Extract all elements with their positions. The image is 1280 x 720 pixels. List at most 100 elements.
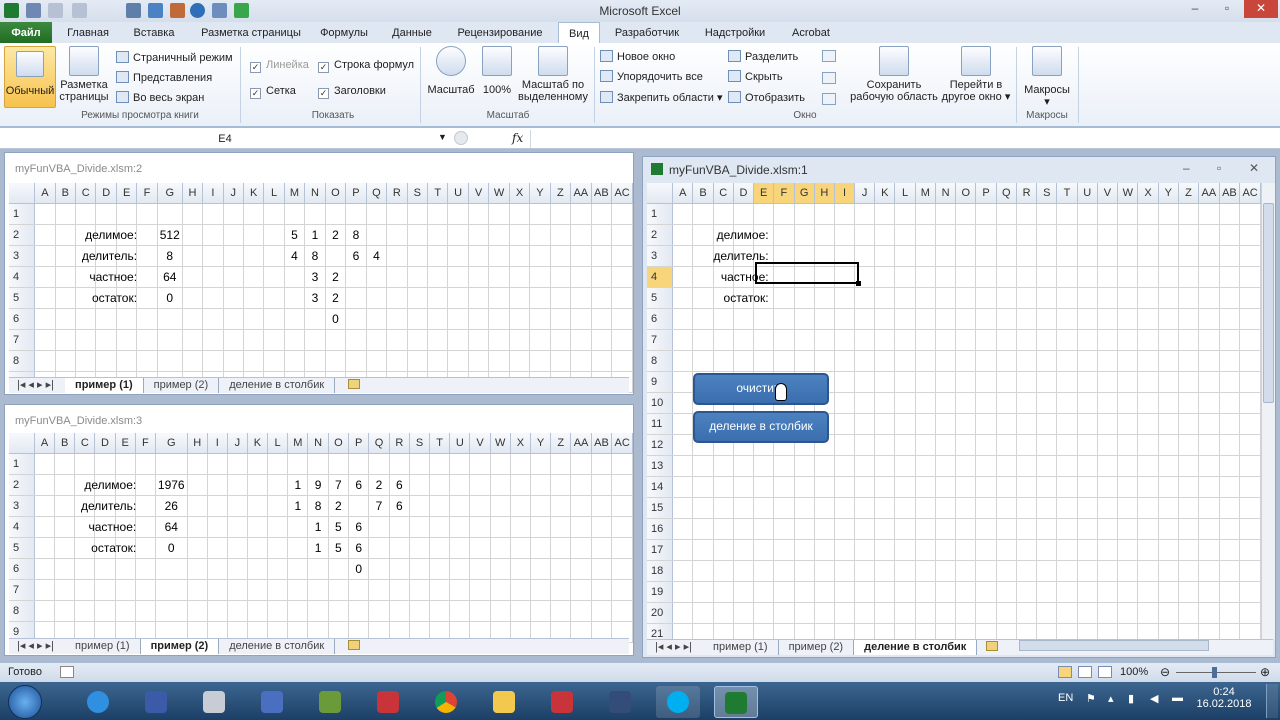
cell[interactable] — [975, 224, 997, 246]
chevron-down-icon[interactable]: ▼ — [438, 132, 447, 142]
cell[interactable] — [187, 516, 208, 538]
cell[interactable] — [794, 602, 815, 624]
taskbar-app[interactable] — [250, 686, 294, 718]
formula-bar-checkbox[interactable]: ✓ Строка формул — [318, 57, 414, 73]
cell[interactable] — [975, 476, 997, 498]
taskbar-excel[interactable] — [714, 686, 758, 718]
cell[interactable] — [1198, 455, 1220, 477]
cell[interactable] — [368, 537, 390, 559]
cell[interactable] — [115, 453, 136, 475]
cell[interactable] — [116, 329, 138, 351]
cell[interactable] — [814, 623, 836, 639]
cell[interactable] — [672, 581, 694, 603]
tab-developer[interactable]: Разработчик — [606, 22, 688, 44]
cell[interactable] — [874, 476, 896, 498]
cell[interactable] — [1097, 371, 1119, 393]
zoom-selection-button[interactable]: Масштаб по выделенному — [518, 46, 588, 103]
cell[interactable] — [753, 497, 775, 519]
cell[interactable] — [1178, 455, 1200, 477]
cell[interactable]: частное: — [54, 516, 136, 538]
column-header[interactable]: Y — [530, 433, 552, 454]
sheet-tab-example-2[interactable]: пример (2) — [144, 378, 220, 393]
cell[interactable] — [287, 453, 309, 475]
cell[interactable] — [996, 560, 1017, 582]
taskbar-save[interactable] — [598, 686, 642, 718]
cell[interactable] — [611, 266, 633, 288]
cell[interactable] — [1198, 329, 1220, 351]
cell[interactable] — [386, 203, 408, 225]
cell[interactable] — [348, 579, 370, 601]
column-header[interactable]: A — [34, 433, 56, 454]
cell[interactable] — [1056, 413, 1078, 435]
cell[interactable] — [34, 287, 56, 309]
cell[interactable] — [894, 518, 916, 540]
cell[interactable] — [773, 497, 795, 519]
cell[interactable] — [1137, 434, 1159, 456]
cell[interactable] — [1016, 602, 1038, 624]
custom-views-button[interactable]: Представления — [116, 70, 212, 86]
cell[interactable] — [753, 203, 775, 225]
cell[interactable] — [155, 453, 188, 475]
cell[interactable] — [427, 203, 449, 225]
cell[interactable] — [1178, 623, 1200, 639]
cell[interactable] — [348, 600, 370, 622]
cell[interactable] — [34, 537, 56, 559]
cell[interactable] — [407, 224, 429, 246]
cell[interactable] — [34, 266, 56, 288]
cell[interactable] — [1239, 392, 1261, 414]
cell[interactable] — [1036, 455, 1058, 477]
cell[interactable] — [1077, 581, 1098, 603]
cell[interactable] — [854, 539, 876, 561]
cell[interactable] — [427, 245, 449, 267]
cell[interactable] — [1036, 434, 1058, 456]
column-header[interactable]: AC — [611, 183, 633, 204]
cell[interactable] — [74, 600, 96, 622]
cell[interactable] — [611, 329, 633, 351]
cell[interactable] — [490, 537, 511, 559]
cell[interactable] — [733, 539, 755, 561]
cell[interactable] — [530, 516, 552, 538]
cell[interactable] — [429, 558, 451, 580]
cell[interactable] — [935, 434, 957, 456]
column-header[interactable]: K — [243, 183, 265, 204]
macro-record-icon[interactable] — [60, 666, 74, 678]
cell[interactable] — [1239, 434, 1261, 456]
column-header[interactable]: AB — [591, 183, 613, 204]
cell[interactable] — [1056, 476, 1078, 498]
cell[interactable] — [1198, 392, 1220, 414]
cell[interactable] — [570, 224, 592, 246]
cell[interactable] — [389, 558, 410, 580]
cell[interactable] — [449, 537, 471, 559]
select-all-corner[interactable] — [647, 183, 674, 204]
cell[interactable] — [672, 602, 694, 624]
row-header[interactable]: 6 — [9, 558, 35, 580]
cell[interactable] — [267, 474, 289, 496]
cell[interactable] — [1117, 266, 1139, 288]
cell[interactable] — [773, 329, 795, 351]
cell[interactable] — [136, 266, 158, 288]
cell[interactable] — [409, 495, 431, 517]
clock[interactable]: 0:24 16.02.2018 — [1196, 686, 1252, 710]
cell[interactable] — [529, 308, 551, 330]
column-header[interactable]: Y — [1158, 183, 1179, 204]
cell[interactable] — [1117, 560, 1139, 582]
cell[interactable] — [935, 203, 957, 225]
cell[interactable] — [1219, 266, 1241, 288]
cell[interactable] — [854, 455, 876, 477]
cell[interactable] — [1219, 455, 1241, 477]
cell[interactable] — [996, 392, 1017, 414]
cell[interactable] — [894, 329, 916, 351]
cell[interactable] — [447, 224, 469, 246]
maximize-button[interactable]: ▫ — [1212, 0, 1242, 18]
cell[interactable] — [794, 497, 815, 519]
cell[interactable] — [591, 453, 613, 475]
cell[interactable] — [733, 476, 755, 498]
cell[interactable] — [672, 539, 694, 561]
cell[interactable] — [223, 245, 244, 267]
cell[interactable] — [713, 329, 734, 351]
speaker-icon[interactable]: ◀ — [1150, 692, 1158, 705]
cell[interactable] — [1016, 203, 1038, 225]
cell[interactable] — [672, 623, 694, 639]
cell[interactable] — [468, 245, 490, 267]
cell[interactable] — [389, 453, 410, 475]
